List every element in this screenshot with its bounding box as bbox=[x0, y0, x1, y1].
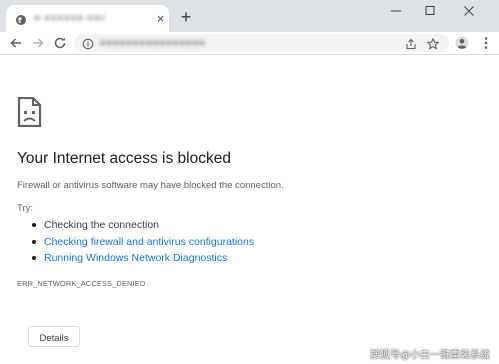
bullet-dot bbox=[32, 239, 36, 244]
bookmark-star-icon[interactable] bbox=[426, 37, 440, 50]
firewall-antivirus-link[interactable]: Checking firewall and antivirus configur… bbox=[44, 236, 254, 248]
browser-toolbar: ●●●●●●●●●●●●●●●● bbox=[0, 32, 499, 55]
active-tab[interactable]: ● ●●●●●● ●●● × bbox=[6, 5, 169, 32]
error-page: Your Internet access is blocked Firewall… bbox=[0, 55, 499, 364]
details-button[interactable]: Details bbox=[28, 326, 80, 347]
error-code: ERR_NETWORK_ACCESS_DENIED bbox=[17, 279, 146, 288]
browser-window: ● ●●●●●● ●●● × + ●●●●●●●●●●●●●●●● Your I… bbox=[0, 0, 499, 364]
tab-close-icon[interactable]: × bbox=[154, 12, 167, 25]
forward-arrow-icon[interactable] bbox=[30, 35, 46, 51]
minimize-icon[interactable] bbox=[379, 0, 413, 22]
new-tab-button[interactable]: + bbox=[177, 8, 195, 26]
globe-icon bbox=[15, 13, 27, 25]
error-description: Firewall or antivirus software may have … bbox=[17, 180, 284, 191]
profile-icon[interactable] bbox=[454, 35, 470, 51]
suggestion-check-connection: Checking the connection bbox=[44, 219, 159, 231]
bullet-dot bbox=[32, 256, 36, 260]
maximize-icon[interactable] bbox=[413, 0, 447, 22]
bullet-dot bbox=[32, 223, 36, 227]
menu-dots-icon[interactable] bbox=[478, 35, 494, 51]
reload-icon[interactable] bbox=[52, 35, 68, 51]
share-icon[interactable] bbox=[405, 37, 417, 50]
info-icon[interactable] bbox=[82, 37, 94, 50]
close-icon[interactable] bbox=[452, 0, 486, 22]
back-arrow-icon[interactable] bbox=[8, 35, 24, 51]
try-label: Try: bbox=[17, 203, 34, 214]
sad-page-icon bbox=[17, 96, 42, 128]
watermark-text: 搜狐号@小白一键重装系统 bbox=[370, 350, 490, 361]
tab-title: ● ●●●●●● ●●● bbox=[34, 13, 104, 24]
error-title: Your Internet access is blocked bbox=[17, 150, 231, 167]
url-text: ●●●●●●●●●●●●●●●● bbox=[99, 37, 206, 49]
network-diagnostics-link[interactable]: Running Windows Network Diagnostics bbox=[44, 252, 227, 264]
address-bar[interactable]: ●●●●●●●●●●●●●●●● bbox=[74, 34, 449, 52]
tab-strip: ● ●●●●●● ●●● × + bbox=[0, 0, 499, 32]
